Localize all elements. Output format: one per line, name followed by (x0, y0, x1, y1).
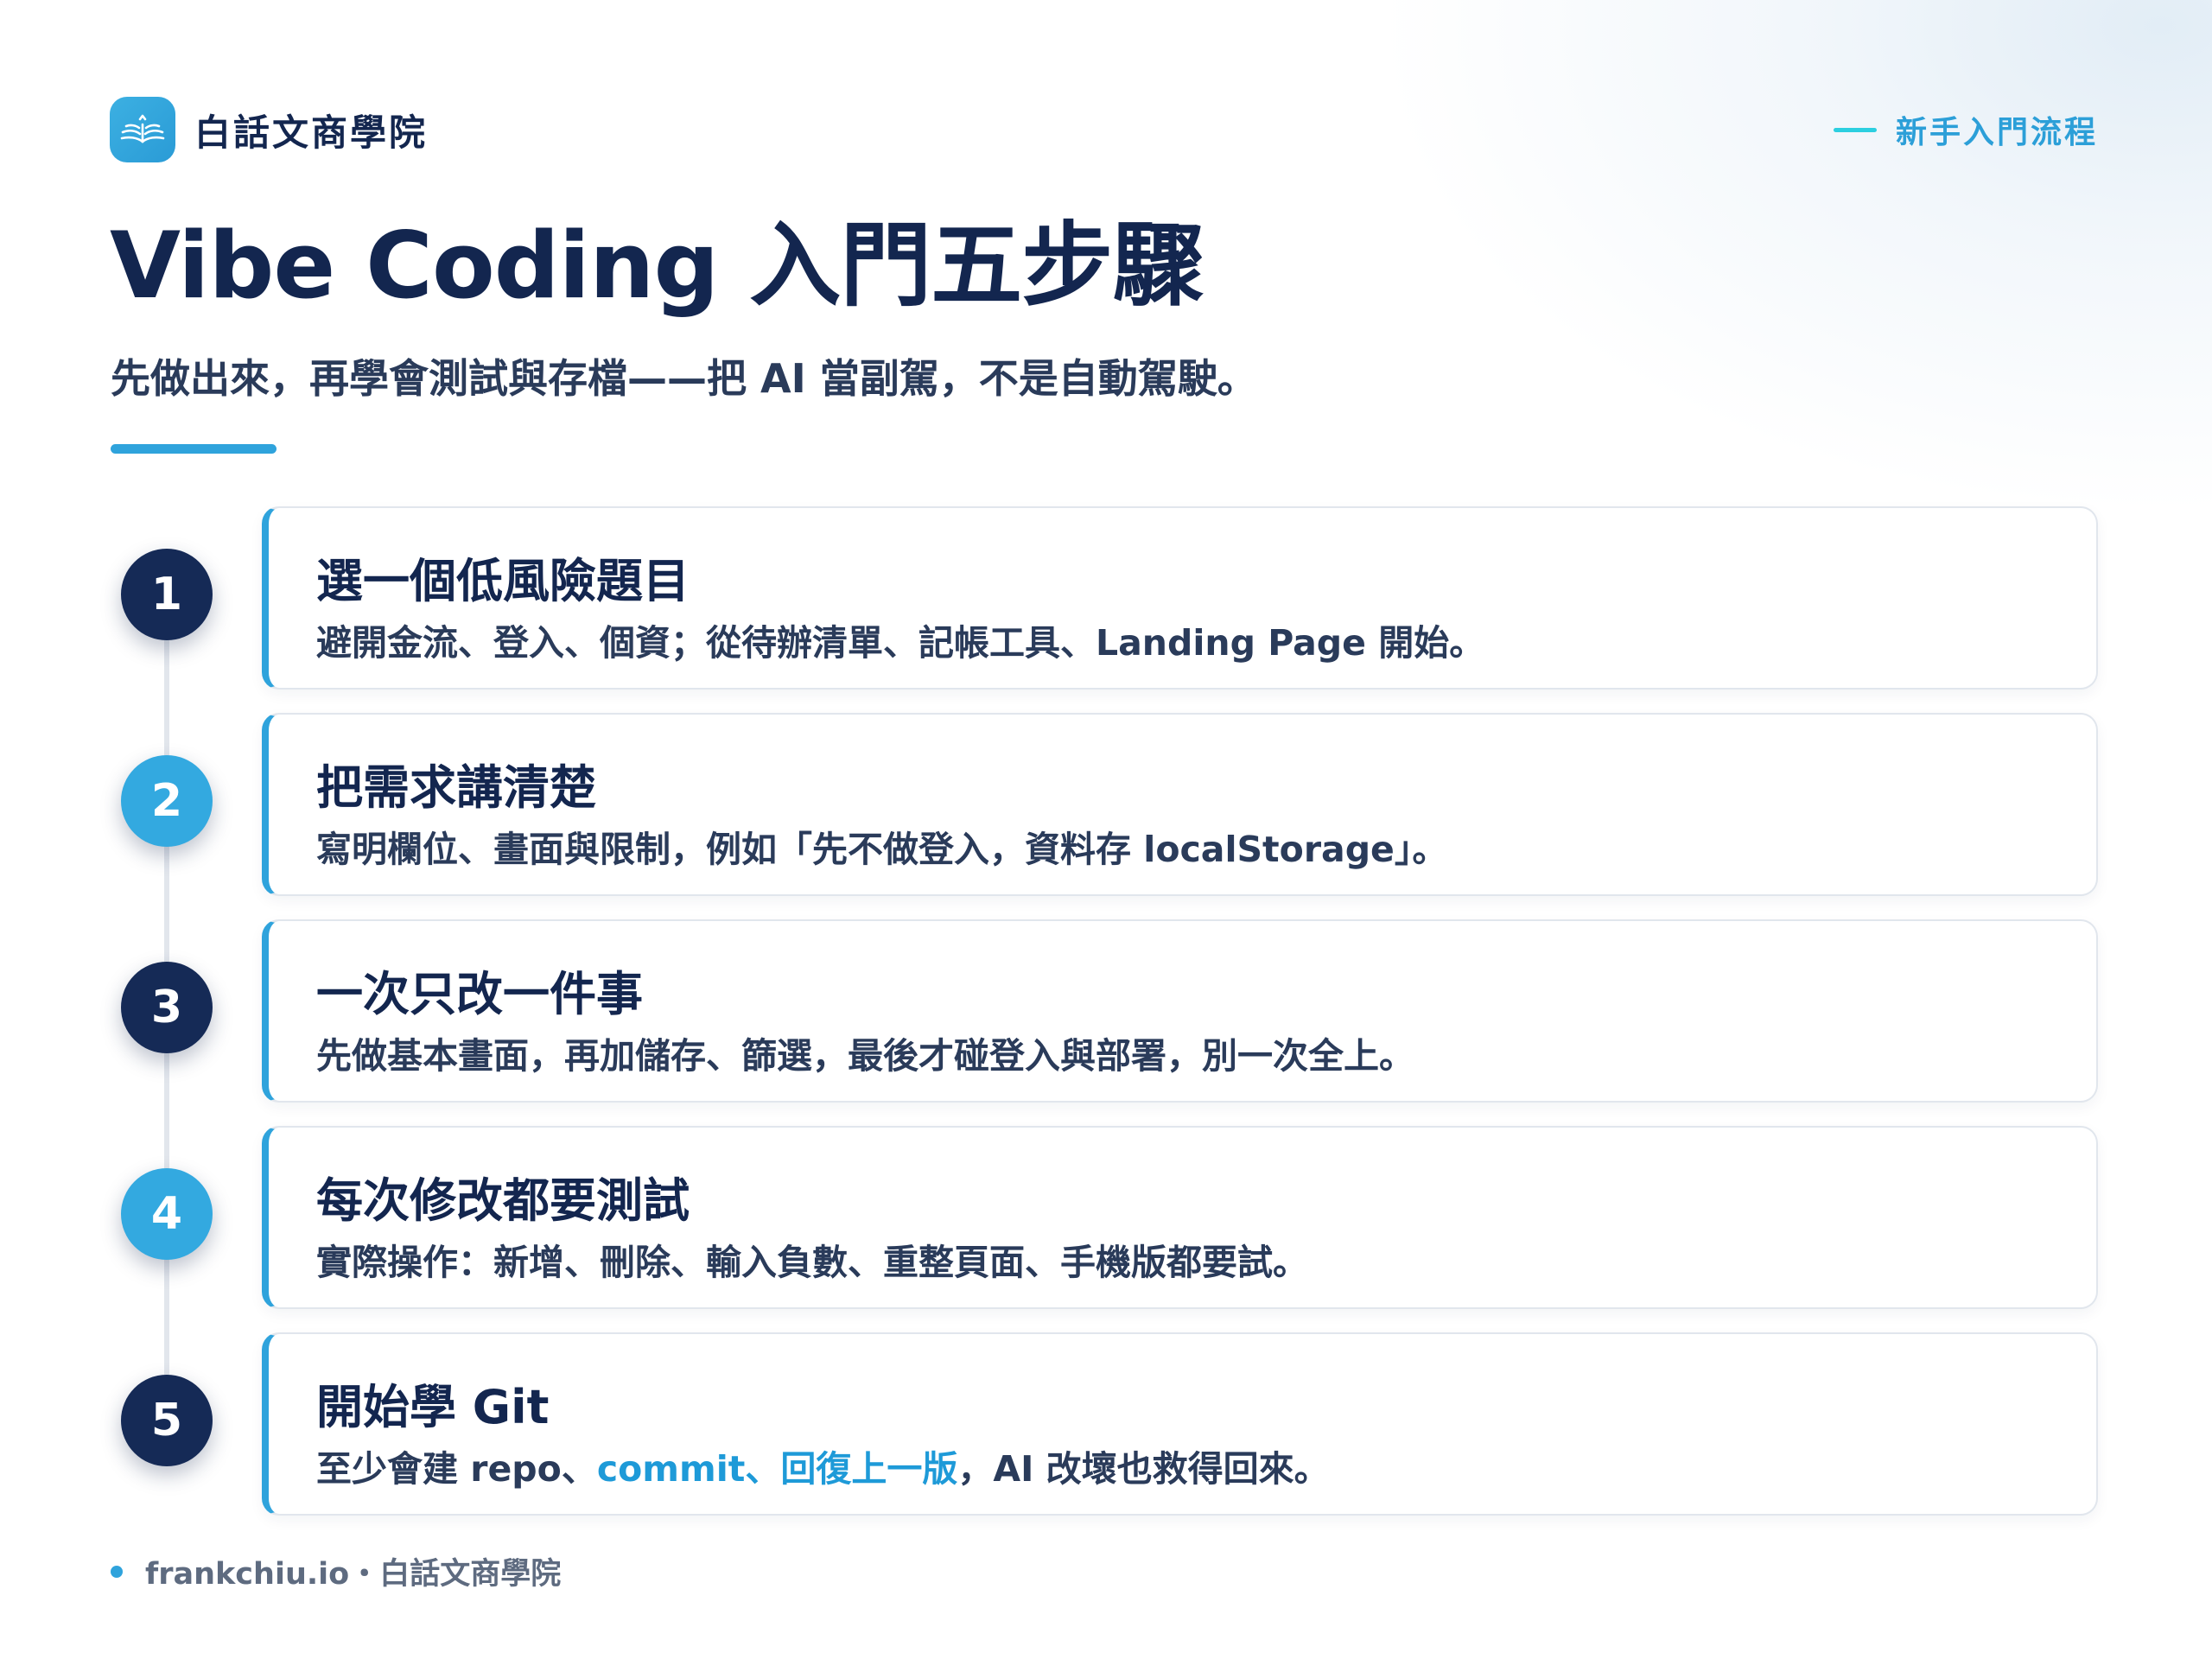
open-book-icon (110, 97, 175, 162)
footer: frankchiu.io・白話文商學院 (111, 1549, 561, 1593)
brand: 白話文商學院 (110, 97, 428, 162)
step-description: 避開金流、登入、個資；從待辦清單、記帳工具、Landing Page 開始。 (316, 622, 1485, 664)
step-description: 先做基本畫面，再加儲存、篩選，最後才碰登入與部署，別一次全上。 (316, 1035, 1414, 1077)
step-2: 2 把需求講清楚 寫明欄位、畫面與限制，例如「先不做登入，資料存 localSt… (0, 713, 2212, 901)
step-number-badge: 1 (121, 549, 213, 640)
tag-label: 新手入門流程 (1895, 115, 2098, 150)
title-underline (111, 444, 276, 454)
step-card: 選一個低風險題目 避開金流、登入、個資；從待辦清單、記帳工具、Landing P… (262, 506, 2098, 690)
step-title: 每次修改都要測試 (316, 1173, 690, 1228)
tag-line (1833, 127, 1877, 132)
brand-name: 白話文商學院 (194, 111, 429, 154)
step-card: 把需求講清楚 寫明欄位、畫面與限制，例如「先不做登入，資料存 localStor… (262, 713, 2098, 896)
step-description: 寫明欄位、畫面與限制，例如「先不做登入，資料存 localStorage」。 (316, 829, 1448, 870)
step-number-badge: 4 (121, 1168, 213, 1260)
step-description: 實際操作：新增、刪除、輸入負數、重整頁面、手機版都要試。 (316, 1242, 1308, 1283)
step-title: 一次只改一件事 (316, 967, 643, 1021)
step-title: 選一個低風險題目 (316, 554, 690, 608)
step-card: 一次只改一件事 先做基本畫面，再加儲存、篩選，最後才碰登入與部署，別一次全上。 (262, 919, 2098, 1103)
page-title: Vibe Coding 入門五步驟 (110, 213, 1204, 319)
step-card: 每次修改都要測試 實際操作：新增、刪除、輸入負數、重整頁面、手機版都要試。 (262, 1126, 2098, 1309)
step-description: 至少會建 repo、commit、回復上一版，AI 改壞也救得回來。 (316, 1440, 1330, 1491)
page-subtitle: 先做出來，再學會測試與存檔——把 AI 當副駕，不是自動駕駛。 (111, 355, 1257, 402)
step-number-badge: 5 (121, 1375, 213, 1466)
step-1: 1 選一個低風險題目 避開金流、登入、個資；從待辦清單、記帳工具、Landing… (0, 506, 2212, 695)
footer-text: frankchiu.io・白話文商學院 (145, 1557, 562, 1592)
step-4: 4 每次修改都要測試 實際操作：新增、刪除、輸入負數、重整頁面、手機版都要試。 (0, 1126, 2212, 1314)
step-number-badge: 2 (121, 755, 213, 847)
step-card: 開始學 Git 至少會建 repo、commit、回復上一版，AI 改壞也救得回… (262, 1332, 2098, 1516)
step-5: 5 開始學 Git 至少會建 repo、commit、回復上一版，AI 改壞也救… (0, 1332, 2212, 1521)
step-title: 把需求講清楚 (316, 760, 596, 815)
footer-dot (111, 1565, 123, 1578)
step-desc-highlight: commit、回復上一版 (596, 1448, 958, 1490)
step-3: 3 一次只改一件事 先做基本畫面，再加儲存、篩選，最後才碰登入與部署，別一次全上… (0, 919, 2212, 1108)
section-tag: 新手入門流程 (1833, 107, 2098, 152)
step-number-badge: 3 (121, 962, 213, 1053)
step-desc-text: 至少會建 repo、 (316, 1448, 597, 1490)
step-desc-text: ，AI 改壞也救得回來。 (957, 1448, 1330, 1490)
step-title: 開始學 Git (316, 1380, 550, 1434)
